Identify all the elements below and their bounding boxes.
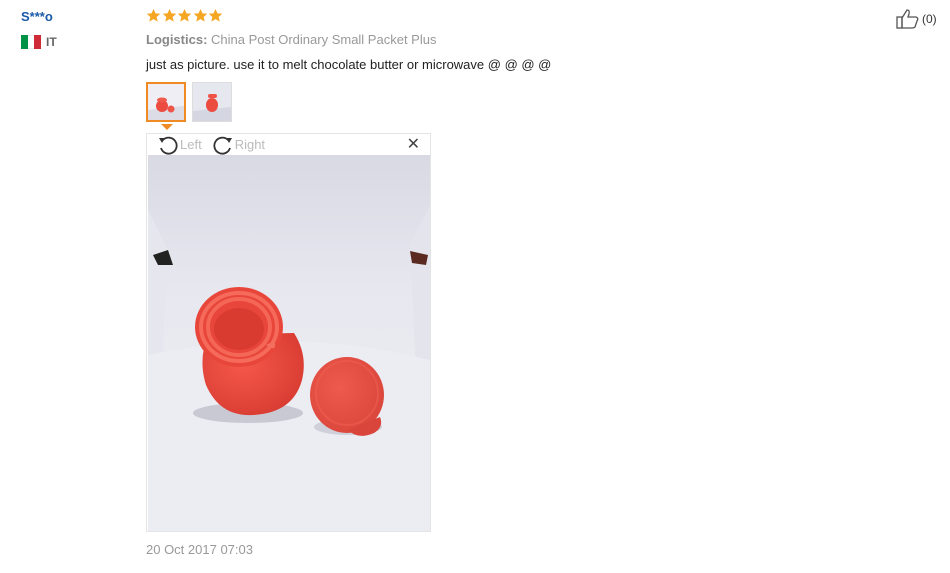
review-photo-thumbnails: [146, 82, 232, 122]
review-photo-large: [148, 155, 430, 531]
helpful-button[interactable]: (0): [896, 8, 937, 30]
reviewer-country: IT: [21, 35, 57, 49]
reviewer-name[interactable]: S***o: [21, 9, 53, 24]
rotate-left-label: Left: [180, 137, 202, 152]
italy-flag-icon: [21, 35, 42, 49]
close-viewer-button[interactable]: ✕: [407, 137, 420, 153]
product-photo-thumb-icon: [193, 83, 231, 121]
photo-thumbnail[interactable]: [192, 82, 232, 122]
rotate-left-button[interactable]: Left: [157, 135, 202, 155]
review-text: just as picture. use it to melt chocolat…: [146, 57, 552, 72]
helpful-count: (0): [922, 12, 937, 26]
rotate-right-icon: [213, 136, 232, 155]
selected-thumbnail-pointer: [161, 124, 173, 130]
rotate-right-label: Right: [234, 137, 266, 152]
logistics-value: China Post Ordinary Small Packet Plus: [211, 32, 437, 47]
thumbs-up-icon: [896, 9, 919, 29]
star-rating: [146, 8, 224, 23]
photo-thumbnail[interactable]: [146, 82, 186, 122]
photo-viewer: Left Right ✕: [146, 133, 431, 532]
review-date: 20 Oct 2017 07:03: [146, 542, 253, 557]
product-photo-thumb-icon: [148, 84, 184, 120]
logistics-label: Logistics:: [146, 32, 208, 47]
star-icon: [208, 8, 223, 22]
star-icon: [177, 8, 192, 22]
rotate-right-button[interactable]: Right: [212, 135, 265, 155]
photo-viewer-toolbar: Left Right ✕: [147, 134, 430, 155]
logistics-info: Logistics: China Post Ordinary Small Pac…: [146, 32, 436, 47]
star-icon: [193, 8, 207, 22]
rotate-left-icon: [159, 136, 178, 155]
country-code: IT: [46, 35, 57, 49]
star-icon: [146, 8, 161, 22]
star-icon: [162, 8, 176, 22]
